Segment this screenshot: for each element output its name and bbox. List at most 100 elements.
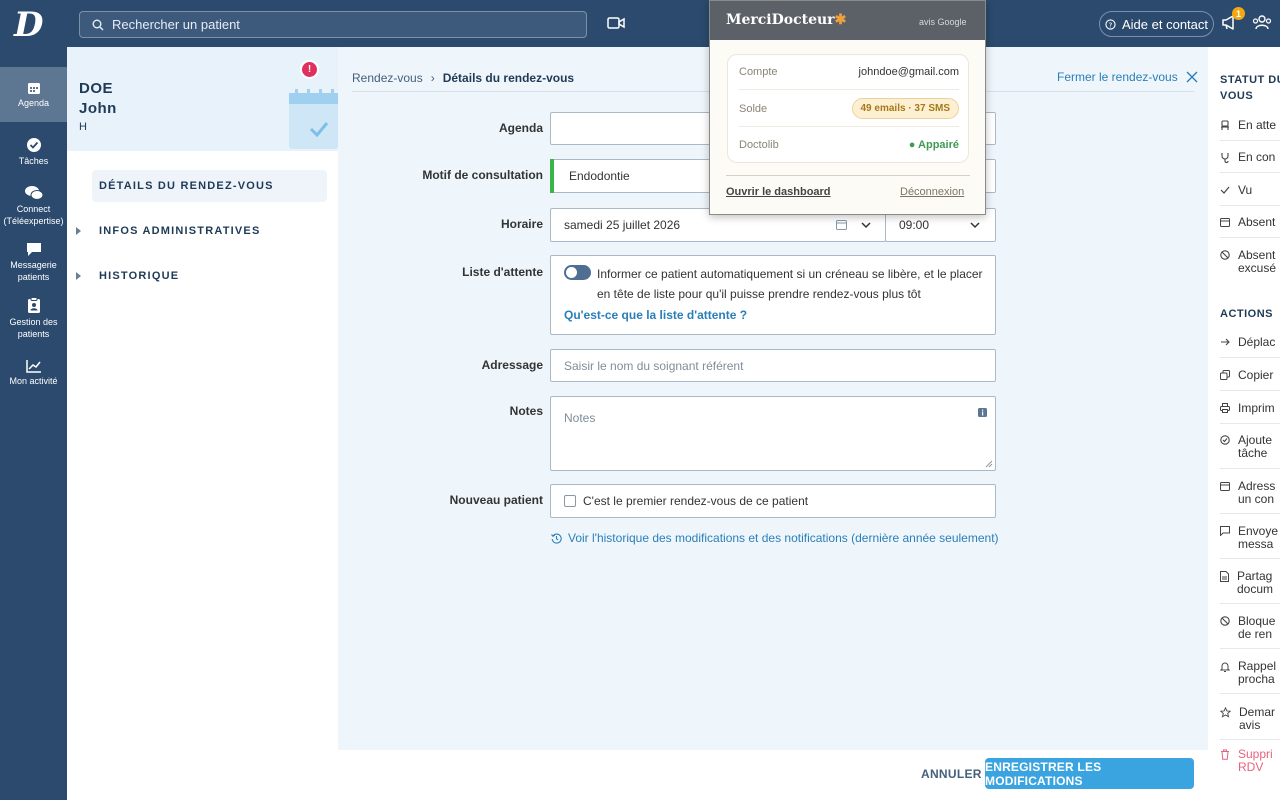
left-navigation: Agenda Tâches Connect (Téléexpertise) Me…: [0, 47, 67, 800]
agenda-label: Agenda: [498, 121, 543, 135]
open-dashboard-link[interactable]: Ouvrir le dashboard: [726, 186, 831, 198]
search-icon: [92, 19, 104, 30]
history-link[interactable]: Voir l'historique des modifications et d…: [551, 531, 999, 545]
resize-handle-icon[interactable]: [985, 460, 993, 468]
action-label: Déplac: [1238, 335, 1276, 349]
message-icon: [1220, 526, 1230, 536]
divider: [1220, 172, 1280, 173]
balance-pill: 49 emails · 37 SMS: [851, 98, 959, 119]
close-appointment-button[interactable]: Fermer le rendez-vous: [1057, 70, 1198, 84]
motif-color-bar: [550, 159, 554, 193]
divider: [1220, 739, 1280, 740]
status-absent-excused[interactable]: Absent excusé: [1220, 249, 1280, 275]
status-in-consultation[interactable]: En con: [1220, 151, 1280, 164]
waitlist-help-link[interactable]: Qu'est-ce que la liste d'attente ?: [564, 308, 747, 322]
ban-icon: [1220, 250, 1230, 260]
action-print[interactable]: Imprim: [1220, 402, 1280, 415]
brand-name: MerciDocteur: [726, 12, 835, 28]
action-block[interactable]: Bloque de ren: [1220, 615, 1280, 641]
nav-label: Tâches: [18, 156, 49, 166]
adressage-input[interactable]: Saisir le nom du soignant référent: [550, 349, 996, 382]
calendar-x-icon: [1220, 218, 1230, 227]
info-icon[interactable]: [978, 408, 987, 417]
nav-messagerie[interactable]: Messagerie patients: [0, 242, 67, 283]
right-actions-panel: STATUT DU VOUS En atte En con Vu Absent …: [1208, 47, 1280, 800]
paired-status: ● Appairé: [908, 139, 959, 151]
account-label: Compte: [739, 66, 778, 78]
calendar-icon: [1220, 482, 1230, 491]
nav-taches[interactable]: Tâches: [0, 137, 67, 167]
action-copy[interactable]: Copier: [1220, 369, 1280, 382]
patient-last-name[interactable]: DOE: [79, 80, 113, 97]
status-label: En atte: [1238, 118, 1277, 132]
action-reminder[interactable]: Rappel procha: [1220, 660, 1280, 686]
notes-textarea[interactable]: Notes: [550, 396, 996, 471]
patient-first-name[interactable]: John: [79, 100, 117, 117]
patient-search-input[interactable]: Rechercher un patient: [79, 11, 587, 38]
chart-line-icon: [25, 360, 41, 373]
action-add-task[interactable]: Ajoute tâche: [1220, 434, 1280, 460]
doctolib-row: Doctolib ● Appairé: [739, 139, 959, 151]
close-appointment-label: Fermer le rendez-vous: [1057, 70, 1178, 84]
printer-icon: [1220, 403, 1230, 413]
logout-link[interactable]: Déconnexion: [900, 186, 964, 198]
cancel-button[interactable]: ANNULER: [921, 767, 982, 781]
new-patient-label: Nouveau patient: [449, 493, 543, 507]
action-label: Partag docum: [1237, 569, 1274, 596]
svg-text:?: ?: [1109, 20, 1113, 29]
divider: [1220, 558, 1280, 559]
new-patient-text[interactable]: C'est le premier rendez-vous de ce patie…: [583, 494, 808, 508]
patient-alert-badge[interactable]: !: [300, 60, 319, 79]
action-label: Rappel procha: [1238, 659, 1277, 686]
team-icon[interactable]: [1252, 15, 1272, 30]
help-contact-button[interactable]: ? Aide et contact: [1099, 11, 1214, 37]
breadcrumb-current: Détails du rendez-vous: [442, 71, 575, 85]
divider: [1220, 205, 1280, 206]
action-delete-rdv[interactable]: Suppri RDV: [1220, 748, 1280, 774]
menu-infos-admin[interactable]: INFOS ADMINISTRATIVES: [76, 215, 327, 247]
nav-activite[interactable]: Mon activité: [0, 359, 67, 387]
account-card: Compte johndoe@gmail.com Solde 49 emails…: [727, 54, 969, 163]
waitlist-box: Informer ce patient automatiquement si u…: [550, 255, 996, 335]
action-label: Ajoute tâche: [1238, 433, 1273, 460]
patient-sex: H: [79, 121, 87, 133]
mercidocteur-popup: MerciDocteur✱ avis Google Compte johndoe…: [709, 0, 986, 215]
status-seen[interactable]: Vu: [1220, 184, 1280, 197]
action-request-review[interactable]: Demar avis: [1220, 706, 1280, 732]
nav-connect[interactable]: Connect (Téléexpertise): [0, 185, 67, 227]
status-waiting[interactable]: En atte: [1220, 119, 1280, 132]
breadcrumb-chevron-icon: ›: [430, 71, 435, 85]
doctolib-logo[interactable]: D: [14, 8, 54, 42]
search-placeholder: Rechercher un patient: [112, 17, 240, 32]
action-send-message[interactable]: Envoye messa: [1220, 525, 1280, 551]
chevron-down-icon: [861, 222, 871, 229]
close-icon: [1186, 71, 1198, 83]
new-patient-checkbox[interactable]: [564, 495, 576, 507]
menu-historique[interactable]: HISTORIQUE: [76, 260, 327, 292]
document-icon: [1220, 571, 1229, 582]
menu-details-rdv[interactable]: DÉTAILS DU RENDEZ-VOUS: [92, 170, 327, 202]
action-move[interactable]: Déplac: [1220, 336, 1280, 349]
nav-label: Messagerie patients: [10, 260, 57, 282]
action-label: Demar avis: [1239, 705, 1276, 732]
popup-header: MerciDocteur✱ avis Google: [710, 1, 985, 40]
action-label: Imprim: [1238, 401, 1275, 415]
divider: [739, 89, 959, 90]
nav-agenda[interactable]: Agenda: [0, 67, 67, 122]
calendar-icon: [836, 220, 847, 230]
account-row: Compte johndoe@gmail.com: [739, 66, 959, 78]
bell-icon: [1220, 662, 1230, 672]
patient-panel: DOE John H ! DÉTAILS DU RENDEZ-VOUS INFO…: [67, 47, 338, 800]
divider: [1220, 603, 1280, 604]
breadcrumb-root[interactable]: Rendez-vous: [352, 71, 423, 85]
waitlist-description: Informer ce patient automatiquement si u…: [597, 267, 983, 301]
save-changes-button[interactable]: ENREGISTRER LES MODIFICATIONS: [985, 758, 1194, 789]
video-icon[interactable]: [607, 16, 625, 30]
status-absent[interactable]: Absent: [1220, 216, 1280, 229]
action-share-document[interactable]: Partag docum: [1220, 570, 1280, 596]
nav-gestion-patients[interactable]: Gestion des patients: [0, 297, 67, 340]
expand-caret-icon: [76, 272, 81, 280]
action-refer[interactable]: Adress un con: [1220, 480, 1280, 506]
action-label: Envoye messa: [1238, 524, 1279, 551]
waitlist-toggle[interactable]: [564, 265, 591, 280]
